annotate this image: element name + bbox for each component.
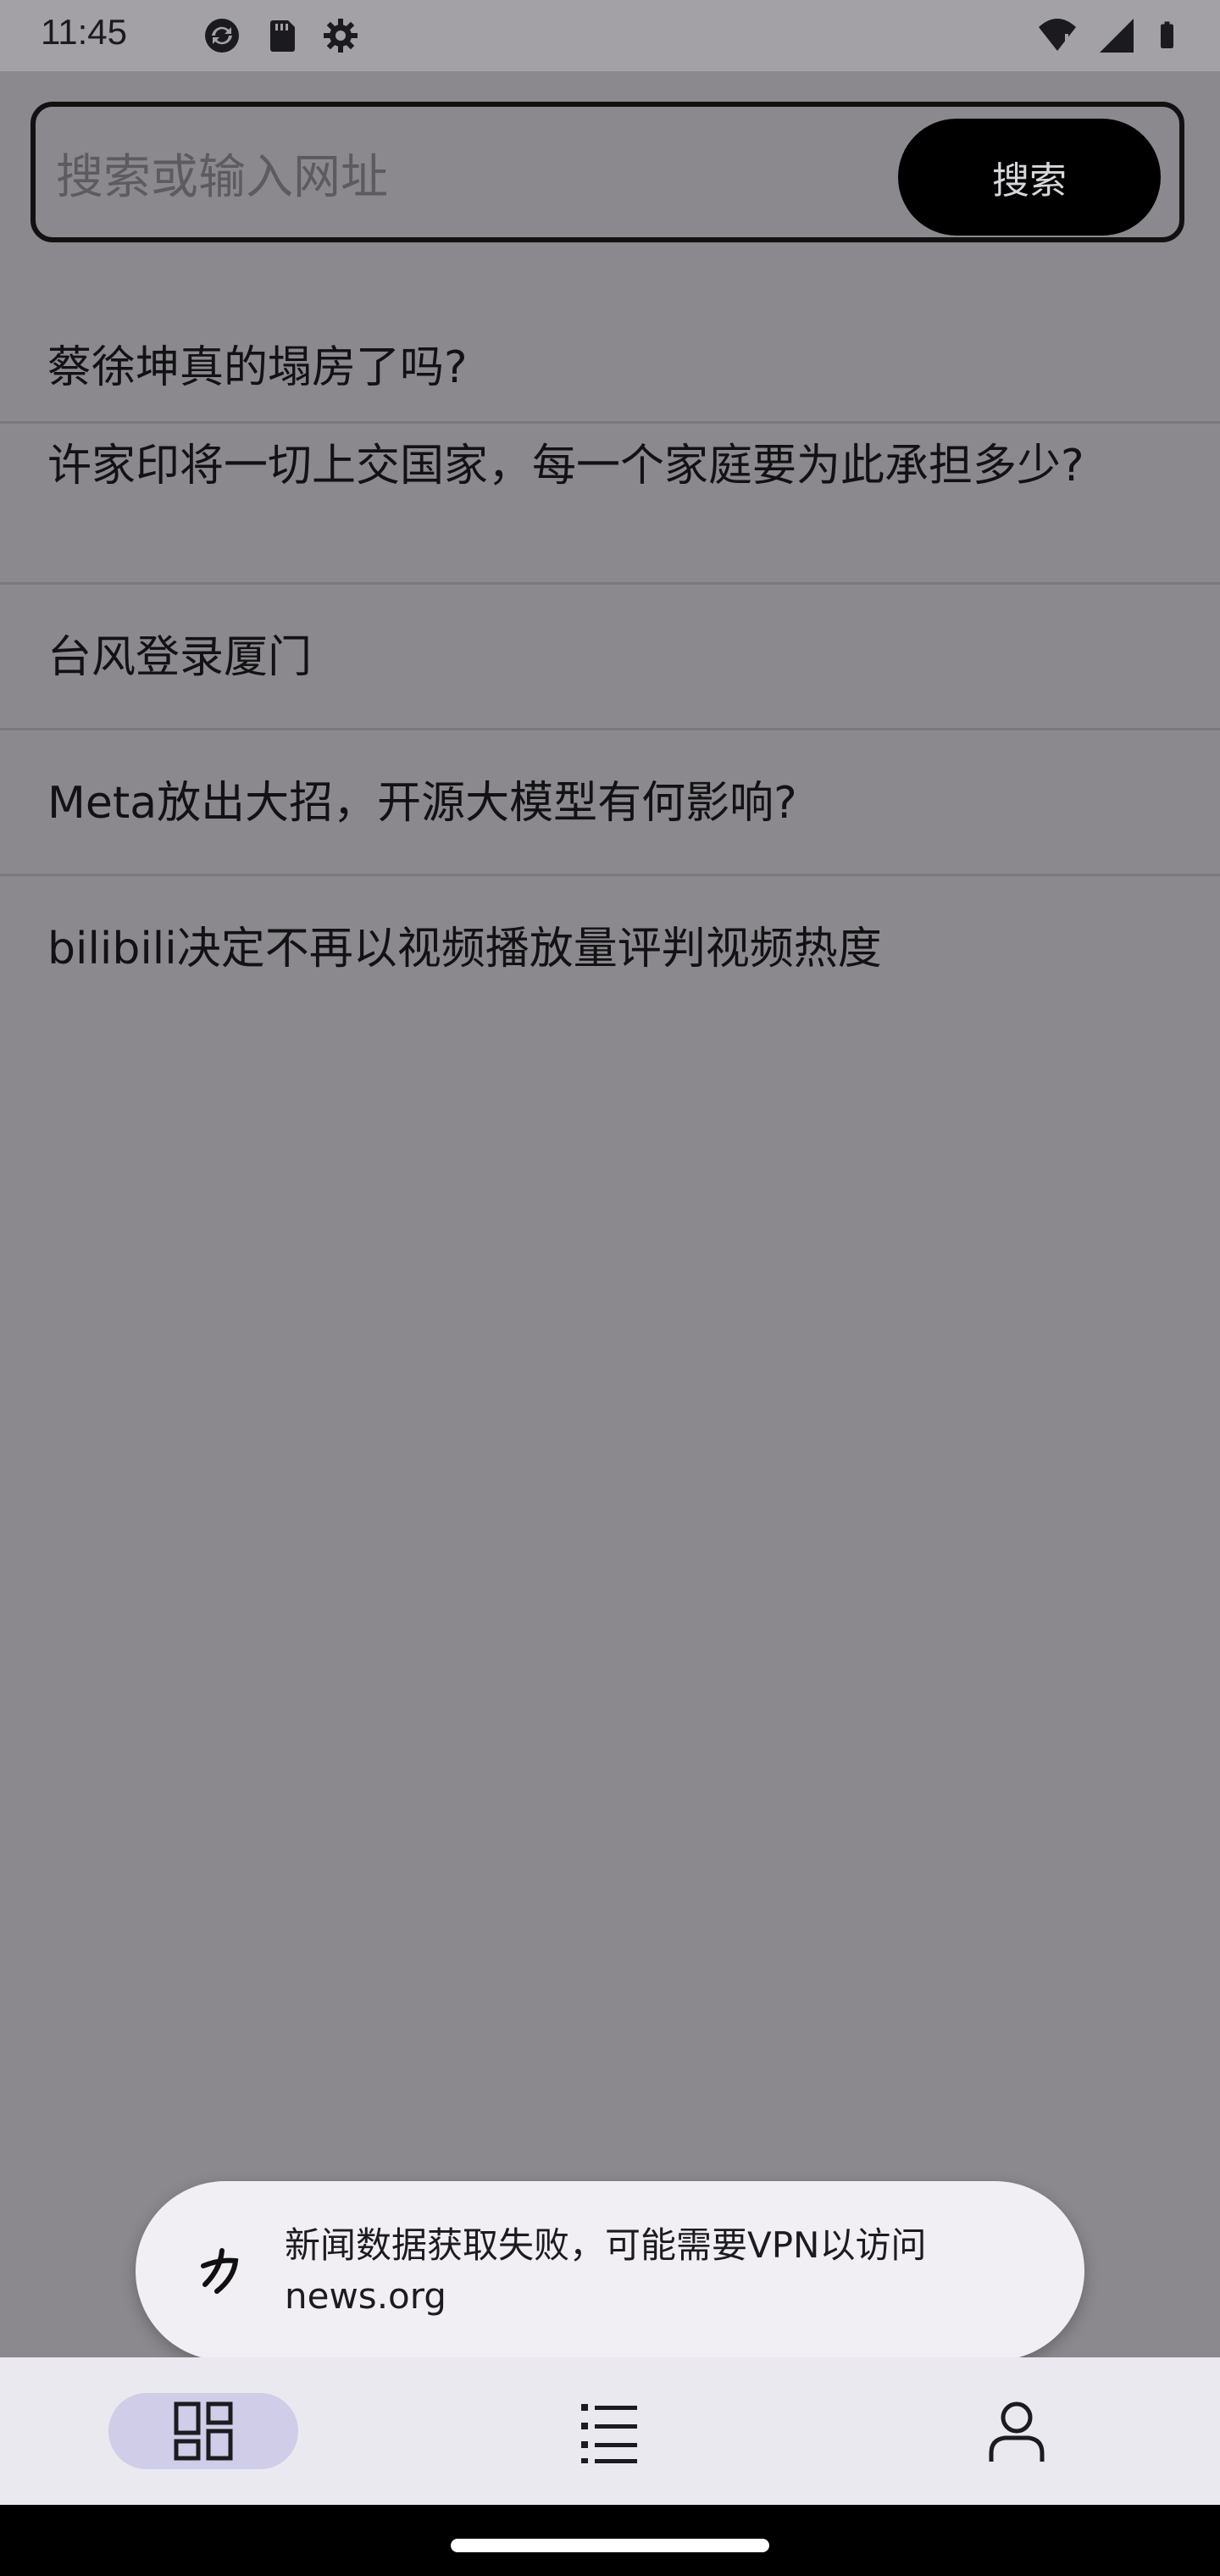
system-navigation-bar (0, 2505, 1220, 2576)
app-logo-icon (201, 2248, 239, 2294)
search-input[interactable] (56, 147, 869, 207)
news-title: bilibili决定不再以视频播放量评判视频热度 (47, 924, 882, 974)
status-right-icons (1037, 15, 1186, 56)
home-gesture-handle[interactable] (451, 2539, 769, 2552)
person-icon (989, 2401, 1045, 2462)
status-bar: 11:45 (0, 0, 1220, 71)
dashboard-icon (174, 2401, 233, 2461)
status-time: 11:45 (41, 12, 127, 52)
app-screen: 11:45 搜索或输入网址 搜索 蔡徐坤真的塌房了吗? 许家印将一切上交国家，每… (0, 0, 1220, 2576)
toast-message: 新闻数据获取失败，可能需要VPN以访问news.org (136, 2181, 1084, 2361)
search-button[interactable]: 搜索 (898, 119, 1161, 236)
bottom-navigation (0, 2357, 1220, 2505)
news-item[interactable]: 蔡徐坤真的塌房了吗? (0, 314, 1220, 424)
news-title: 台风登录厦门 (47, 632, 313, 683)
news-title: 许家印将一切上交国家，每一个家庭要为此承担多少? (47, 441, 1084, 491)
settings-gear-icon (324, 19, 358, 53)
status-left-icons (202, 15, 361, 56)
news-item[interactable]: 许家印将一切上交国家，每一个家庭要为此承担多少? (0, 427, 1220, 585)
news-title: 蔡徐坤真的塌房了吗? (47, 342, 468, 393)
toast-text: 新闻数据获取失败，可能需要VPN以访问news.org (285, 2224, 927, 2317)
news-item[interactable]: Meta放出大招，开源大模型有何影响? (0, 732, 1220, 876)
list-icon (581, 2404, 637, 2463)
battery-icon (1161, 21, 1173, 48)
nav-item-dashboard[interactable] (0, 2357, 407, 2505)
news-item[interactable]: 台风登录厦门 (0, 586, 1220, 730)
sd-card-icon (270, 20, 295, 52)
news-item[interactable]: bilibili决定不再以视频播放量评判视频热度 (0, 878, 1220, 1022)
wifi-icon (1039, 19, 1076, 51)
cell-signal-icon (1100, 19, 1134, 53)
sync-icon (205, 19, 239, 53)
news-title: Meta放出大招，开源大模型有何影响? (47, 778, 797, 829)
nav-item-profile[interactable] (813, 2357, 1220, 2505)
nav-item-list[interactable] (407, 2357, 813, 2505)
